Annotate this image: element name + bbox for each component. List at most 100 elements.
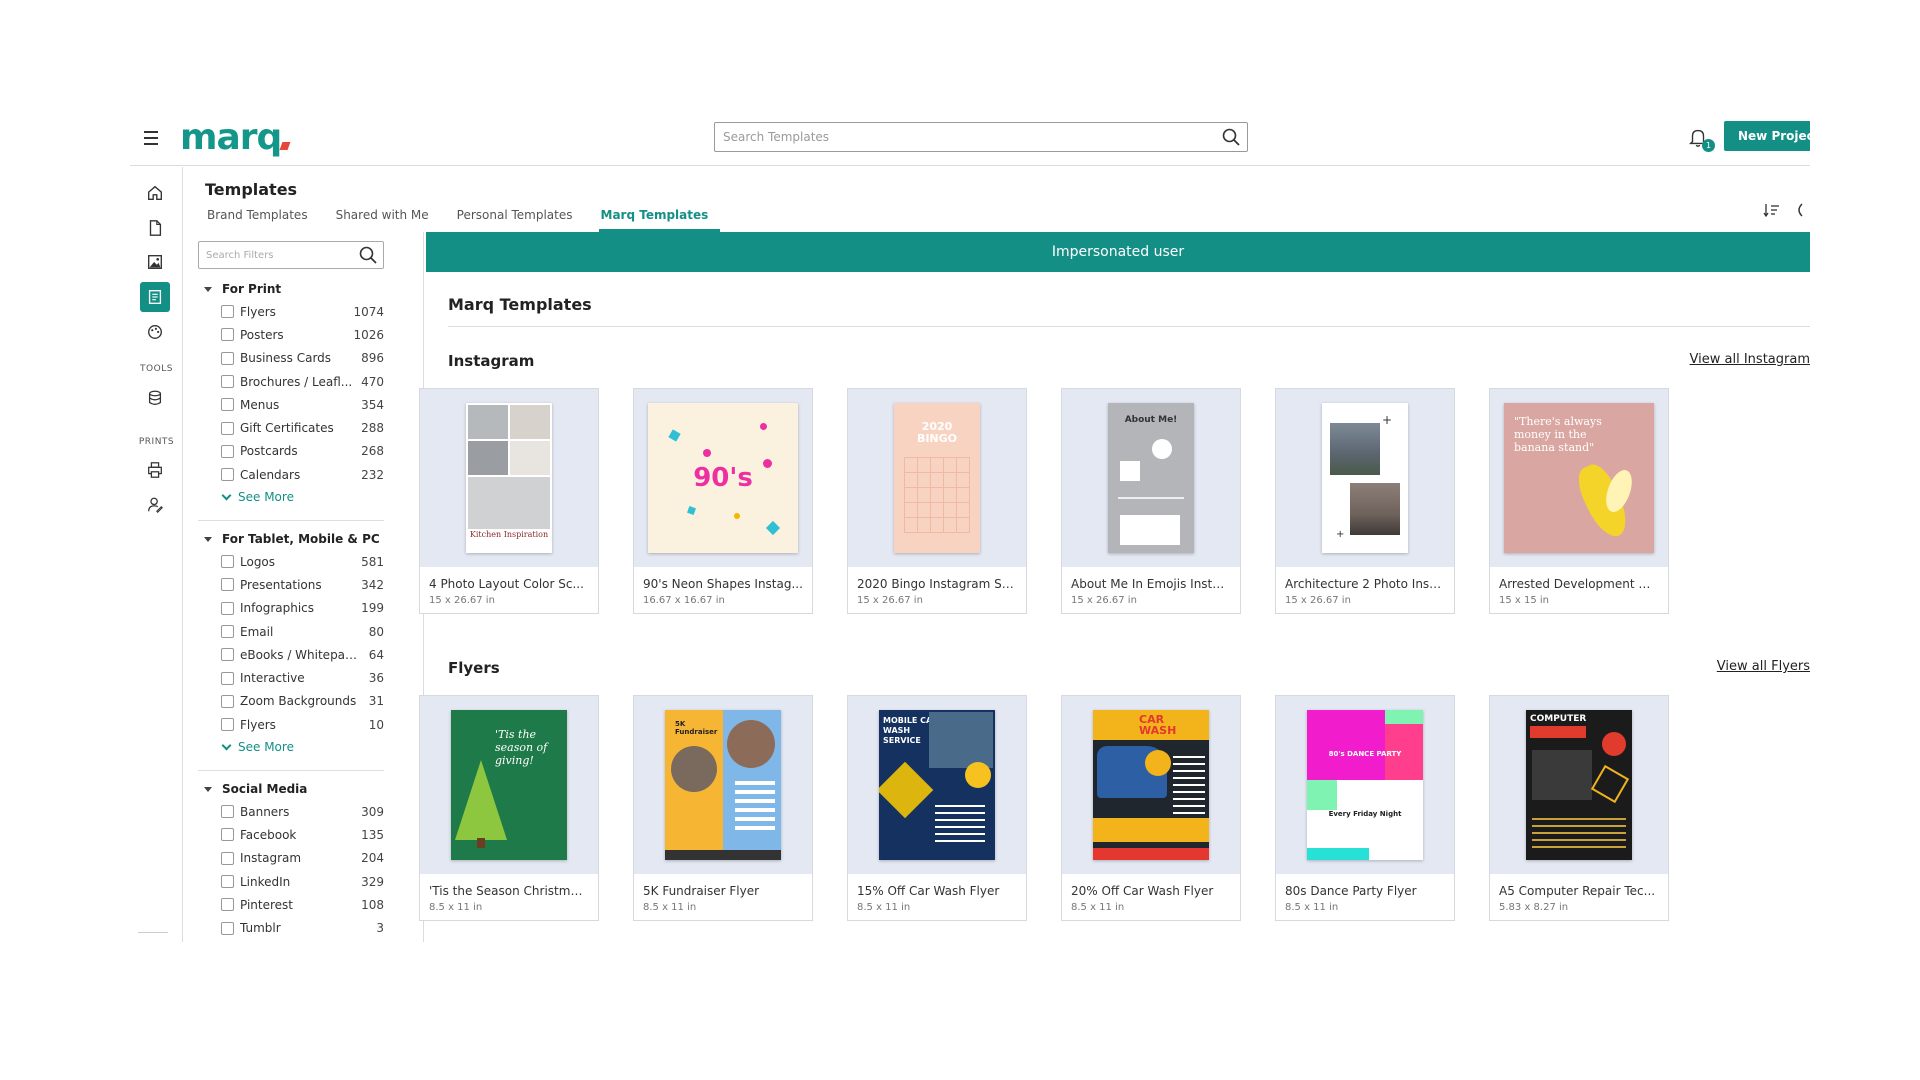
checkbox[interactable]: [221, 625, 234, 639]
search-input[interactable]: [715, 123, 1205, 151]
checkbox[interactable]: [221, 921, 234, 935]
filter-count: 581: [361, 554, 384, 569]
tab-personal-templates[interactable]: Personal Templates: [455, 208, 585, 232]
checkbox[interactable]: [221, 601, 234, 615]
filter-group-title: For Print: [222, 282, 282, 296]
collapse-icon[interactable]: [1790, 200, 1810, 220]
new-project-button[interactable]: New Project: [1724, 121, 1810, 151]
checkbox[interactable]: [221, 851, 234, 865]
filter-group-header[interactable]: Social Media: [198, 778, 384, 800]
filter-pinterest[interactable]: Pinterest 108: [198, 893, 384, 916]
filter-ebooks[interactable]: eBooks / Whitepap... 64: [198, 643, 384, 666]
view-all-flyers-link[interactable]: View all Flyers: [1717, 659, 1810, 674]
filter-zoom-backgrounds[interactable]: Zoom Backgrounds 31: [198, 690, 384, 713]
tab-shared-with-me[interactable]: Shared with Me: [334, 208, 441, 232]
see-more-link[interactable]: See More: [198, 736, 384, 758]
tab-marq-templates[interactable]: Marq Templates: [598, 208, 721, 232]
template-card[interactable]: Kitchen Inspiration 4 Photo Layout Color…: [419, 388, 599, 614]
filter-calendars[interactable]: Calendars 232: [198, 463, 384, 486]
templates-icon[interactable]: [140, 282, 170, 312]
checkbox[interactable]: [221, 328, 234, 342]
home-icon[interactable]: [140, 178, 170, 208]
images-icon[interactable]: [140, 247, 170, 277]
filter-label: Flyers: [240, 304, 276, 319]
sort-icon[interactable]: [1762, 200, 1782, 220]
checkbox[interactable]: [221, 828, 234, 842]
filter-search-input[interactable]: [199, 242, 349, 268]
checkbox[interactable]: [221, 875, 234, 889]
search-icon[interactable]: [358, 245, 378, 265]
template-card[interactable]: MOBILE CAR WASH SERVICE 15% Off Car Wash…: [847, 695, 1027, 921]
checkbox[interactable]: [221, 805, 234, 819]
filter-count: 288: [361, 421, 384, 436]
filter-business-cards[interactable]: Business Cards 896: [198, 347, 384, 370]
filter-banners[interactable]: Banners 309: [198, 800, 384, 823]
template-size: 8.5 x 11 in: [857, 902, 911, 913]
template-card[interactable]: 90's 90's Neon Shapes Instag... 16.67 x …: [633, 388, 813, 614]
template-card[interactable]: COMPUTER A5 Computer Repair Tec... 5.83 …: [1489, 695, 1669, 921]
tab-brand-templates[interactable]: Brand Templates: [205, 208, 320, 232]
checkbox[interactable]: [221, 578, 234, 592]
top-bar: marq 1 New Project: [130, 112, 1810, 166]
checkbox[interactable]: [221, 694, 234, 708]
checkbox[interactable]: [221, 444, 234, 458]
filter-facebook[interactable]: Facebook 135: [198, 823, 384, 846]
database-icon[interactable]: [140, 383, 170, 413]
printer-icon[interactable]: [140, 455, 170, 485]
filter-menus[interactable]: Menus 354: [198, 393, 384, 416]
filter-logos[interactable]: Logos 581: [198, 550, 384, 573]
see-more-link[interactable]: See More: [198, 486, 384, 508]
view-all-instagram-link[interactable]: View all Instagram: [1690, 352, 1810, 367]
template-card[interactable]: About Me! About Me In Emojis Instg... 15…: [1061, 388, 1241, 614]
checkbox[interactable]: [221, 648, 234, 662]
filter-count: 204: [361, 851, 384, 866]
checkbox[interactable]: [221, 898, 234, 912]
filter-gift-certificates[interactable]: Gift Certificates 288: [198, 416, 384, 439]
template-card[interactable]: 80's DANCE PARTY Every Friday Night 80s …: [1275, 695, 1455, 921]
checkbox[interactable]: [221, 305, 234, 319]
template-card[interactable]: + + Architecture 2 Photo Inst... 15 x 26…: [1275, 388, 1455, 614]
checkbox[interactable]: [221, 671, 234, 685]
divider: [198, 770, 384, 771]
filter-infographics[interactable]: Infographics 199: [198, 597, 384, 620]
search-icon[interactable]: [1221, 127, 1241, 147]
brand-palette-icon[interactable]: [140, 317, 170, 347]
checkbox[interactable]: [221, 468, 234, 482]
template-card[interactable]: 2020 BINGO 2020 Bingo Instagram St... 15…: [847, 388, 1027, 614]
caret-down-icon: [204, 286, 212, 292]
filter-postcards[interactable]: Postcards 268: [198, 440, 384, 463]
filter-linkedin[interactable]: LinkedIn 329: [198, 870, 384, 893]
checkbox[interactable]: [221, 555, 234, 569]
template-thumbnail-area: Kitchen Inspiration: [420, 389, 598, 567]
filter-flyers-digital[interactable]: Flyers 10: [198, 713, 384, 736]
checkbox[interactable]: [221, 398, 234, 412]
filter-flyers[interactable]: Flyers 1074: [198, 300, 384, 323]
notifications-bell-icon[interactable]: 1: [1687, 126, 1715, 152]
template-card[interactable]: 5K Fundraiser 5K Fundraiser Flyer 8.5 x …: [633, 695, 813, 921]
filter-group-header[interactable]: For Tablet, Mobile & PC: [198, 528, 384, 550]
thumbnail-text: COMPUTER: [1530, 714, 1587, 724]
checkbox[interactable]: [221, 718, 234, 732]
documents-icon[interactable]: [140, 213, 170, 243]
filter-group-header[interactable]: For Print: [198, 278, 384, 300]
filter-email[interactable]: Email 80: [198, 620, 384, 643]
checkbox[interactable]: [221, 421, 234, 435]
menu-icon[interactable]: [140, 127, 162, 149]
filter-count: 135: [361, 827, 384, 842]
marq-logo[interactable]: marq: [180, 117, 291, 158]
user-settings-icon[interactable]: [140, 490, 170, 520]
checkbox[interactable]: [221, 351, 234, 365]
template-thumbnail-area: 5K Fundraiser: [634, 696, 812, 874]
template-card[interactable]: "There's always money in the banana stan…: [1489, 388, 1669, 614]
template-card[interactable]: 'Tis the season of giving! 'Tis the Seas…: [419, 695, 599, 921]
checkbox[interactable]: [221, 375, 234, 389]
filter-label: Logos: [240, 554, 276, 569]
filter-instagram[interactable]: Instagram 204: [198, 847, 384, 870]
template-card[interactable]: CAR WASH 20% Off Car Wash Flyer 8.5 x 11…: [1061, 695, 1241, 921]
rail-divider: [138, 932, 168, 933]
filter-presentations[interactable]: Presentations 342: [198, 573, 384, 596]
filter-posters[interactable]: Posters 1026: [198, 323, 384, 346]
filter-tumblr[interactable]: Tumblr 3: [198, 916, 384, 939]
filter-interactive[interactable]: Interactive 36: [198, 666, 384, 689]
filter-brochures[interactable]: Brochures / Leafl... 470: [198, 370, 384, 393]
